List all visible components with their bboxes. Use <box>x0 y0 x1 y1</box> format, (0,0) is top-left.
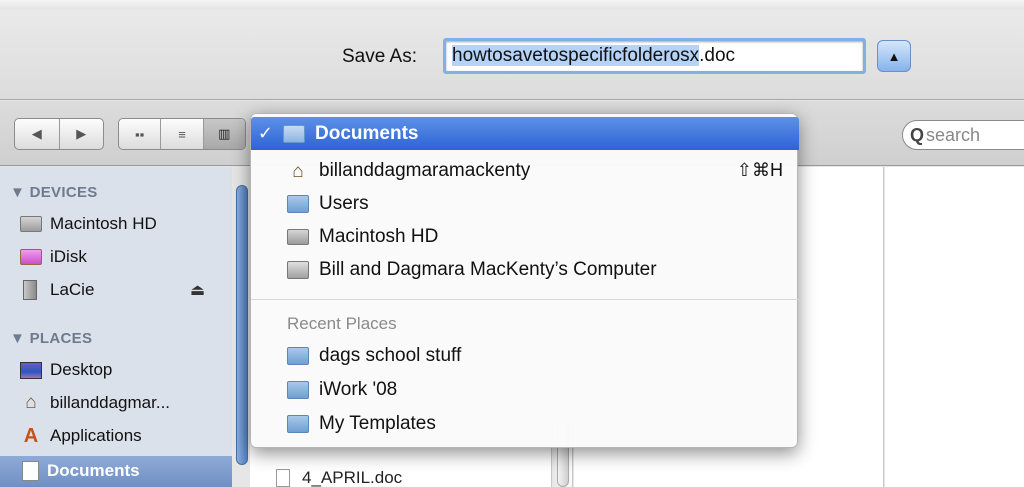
window-top-strip <box>0 0 1024 10</box>
folder-icon <box>287 346 309 365</box>
menu-shortcut: ⇧⌘H <box>736 160 783 180</box>
magnifier-icon: Q <box>910 125 925 145</box>
menu-item-recent-iwork-08[interactable]: iWork '08 <box>251 373 799 406</box>
sidebar-item-label: iDisk <box>50 247 87 266</box>
menu-item-home[interactable]: ⌂ billanddagmaramackenty ⇧⌘H <box>251 154 799 187</box>
menu-item-label: iWork '08 <box>319 378 398 400</box>
sidebar: ▼ DEVICES Macintosh HD iDisk LaCie ⏏ ▼ P… <box>0 167 232 487</box>
filename-input[interactable]: howtosavetospecificfolderosx.doc <box>443 38 866 74</box>
sidebar-item-macintosh-hd[interactable]: Macintosh HD <box>20 210 232 238</box>
users-folder-icon <box>287 194 309 213</box>
menu-item-label: Macintosh HD <box>319 225 439 247</box>
menu-item-label: My Templates <box>319 412 436 434</box>
sidebar-item-label: Applications <box>50 426 142 445</box>
eject-icon[interactable]: ⏏ <box>190 280 205 300</box>
search-input[interactable]: Qsearch <box>902 120 1024 150</box>
menu-item-label: billanddagmaramackenty <box>319 159 531 181</box>
menu-item-label: Documents <box>315 122 419 144</box>
sidebar-item-label: Macintosh HD <box>50 214 157 233</box>
sidebar-item-desktop[interactable]: Desktop <box>20 356 232 384</box>
menu-item-recent-dags-school-stuff[interactable]: dags school stuff <box>251 339 799 372</box>
sidebar-item-label: Desktop <box>50 360 113 379</box>
sidebar-places-header: ▼ PLACES <box>10 330 93 347</box>
home-icon: ⌂ <box>292 160 304 182</box>
file-row[interactable]: 4_APRIL.doc <box>276 466 402 487</box>
forward-arrow-icon: ▶ <box>76 126 87 141</box>
menu-item-recent-my-templates[interactable]: My Templates <box>251 407 799 440</box>
column-view-button[interactable]: ▥ <box>203 119 245 149</box>
column-view-icon: ▥ <box>218 126 231 141</box>
icon-view-button[interactable]: ▪▪ <box>119 119 162 149</box>
save-panel-header: Save As: howtosavetospecificfolderosx.do… <box>0 0 1024 100</box>
sidebar-devices-header: ▼ DEVICES <box>10 184 98 201</box>
menu-item-label: dags school stuff <box>319 344 462 366</box>
list-view-button[interactable]: ≡ <box>161 119 204 149</box>
sidebar-item-applications[interactable]: A Applications <box>20 422 232 450</box>
desktop-icon <box>20 361 42 379</box>
documents-folder-icon <box>283 124 305 143</box>
sidebar-item-documents[interactable]: Documents <box>20 457 232 485</box>
filename-selected-text: howtosavetospecificfolderosx <box>452 45 700 66</box>
home-icon: ⌂ <box>25 392 37 413</box>
menu-item-label: Users <box>319 192 369 214</box>
menu-item-label: Bill and Dagmara MacKenty’s Computer <box>319 258 657 280</box>
recent-places-header: Recent Places <box>287 314 397 333</box>
sidebar-item-home[interactable]: ⌂ billanddagmar... <box>20 389 232 417</box>
sidebar-item-label: Documents <box>47 461 140 480</box>
menu-item-computer[interactable]: Bill and Dagmara MacKenty’s Computer <box>251 253 799 286</box>
back-button[interactable]: ◀ <box>15 119 60 149</box>
save-as-label: Save As: <box>342 46 417 67</box>
sidebar-scrollbar[interactable] <box>236 185 248 465</box>
external-drive-icon <box>23 280 37 300</box>
icon-view-icon: ▪▪ <box>135 126 145 142</box>
sidebar-item-label: billanddagmar... <box>50 393 171 412</box>
folder-icon <box>287 380 309 399</box>
document-file-icon <box>276 469 290 487</box>
applications-icon: A <box>23 425 39 447</box>
list-view-icon: ≡ <box>178 126 186 142</box>
hard-drive-icon <box>20 216 42 232</box>
search-placeholder: search <box>926 125 981 145</box>
forward-button[interactable]: ▶ <box>60 119 104 149</box>
sidebar-item-idisk[interactable]: iDisk <box>20 243 232 271</box>
triangle-up-icon: ▲ <box>887 48 901 64</box>
view-mode-segment: ▪▪ ≡ ▥ <box>118 118 246 150</box>
navigation-segment: ◀ ▶ <box>14 118 104 150</box>
sidebar-item-label: LaCie <box>50 280 95 299</box>
documents-icon <box>22 461 39 481</box>
computer-icon <box>287 260 309 279</box>
browser-column-3 <box>885 167 1024 487</box>
file-name: 4_APRIL.doc <box>302 468 403 487</box>
menu-item-documents[interactable]: ✓ Documents <box>251 117 799 150</box>
idisk-icon <box>20 249 42 265</box>
back-arrow-icon: ◀ <box>31 126 42 141</box>
folder-icon <box>287 414 309 433</box>
menu-item-users[interactable]: Users <box>251 187 799 220</box>
checkmark-icon: ✓ <box>257 123 273 143</box>
collapse-panel-button[interactable]: ▲ <box>877 40 911 72</box>
filename-extension: .doc <box>699 45 736 66</box>
menu-separator <box>251 299 799 300</box>
location-popup-menu: ✓ Documents ⌂ billanddagmaramackenty ⇧⌘H… <box>250 113 799 448</box>
hard-drive-icon <box>287 228 309 245</box>
menu-item-macintosh-hd[interactable]: Macintosh HD <box>251 220 799 253</box>
